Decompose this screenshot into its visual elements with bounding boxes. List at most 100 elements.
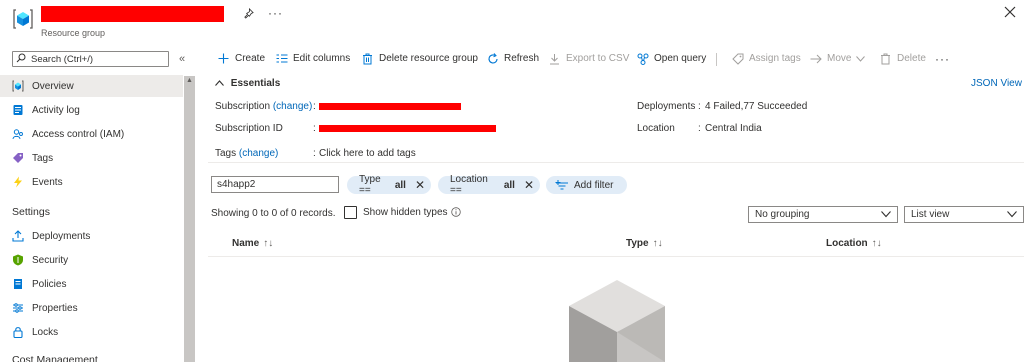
deployments-colon: :	[698, 101, 701, 112]
scroll-up-arrow-icon[interactable]: ▲	[186, 77, 193, 84]
records-count: Showing 0 to 0 of 0 records.	[211, 208, 336, 219]
column-header-location[interactable]: Location ↑↓	[826, 238, 882, 249]
sidebar-item-policies[interactable]: Policies	[0, 273, 183, 295]
shield-icon	[12, 254, 24, 266]
chevron-up-icon	[215, 78, 224, 89]
trash-icon	[361, 52, 374, 65]
subscription-id-redacted	[319, 125, 496, 132]
sidebar-item-activity-log[interactable]: Activity log	[0, 99, 183, 121]
grouping-dropdown[interactable]: No grouping	[748, 206, 898, 223]
sidebar-item-label: Access control (IAM)	[32, 128, 125, 140]
assign-tags-button[interactable]: Assign tags	[731, 52, 801, 65]
deployments-label: Deployments	[637, 101, 696, 112]
lock-icon	[12, 326, 24, 338]
json-view-link[interactable]: JSON View	[971, 78, 1022, 89]
deploy-icon	[12, 230, 24, 242]
essentials-toggle[interactable]: Essentials	[215, 78, 280, 89]
sidebar-item-properties[interactable]: Properties	[0, 297, 183, 319]
location-filter-pill[interactable]: Location == all ✕	[438, 174, 540, 196]
sidebar-item-tags[interactable]: Tags	[0, 147, 183, 169]
plus-icon	[217, 52, 230, 65]
change-tags-link[interactable]: (change)	[239, 148, 278, 159]
resource-group-icon	[12, 80, 24, 92]
sort-icon: ↑↓	[652, 238, 663, 249]
chevron-down-icon	[1007, 211, 1017, 218]
delete-button[interactable]: Delete	[879, 52, 926, 65]
query-icon	[636, 52, 649, 65]
type-filter-pill[interactable]: Type == all ✕	[347, 174, 431, 196]
section-heading-cost-management: Cost Management	[12, 354, 98, 362]
change-subscription-link[interactable]: (change)	[273, 101, 312, 112]
arrow-right-icon	[809, 52, 822, 65]
sidebar-search-input[interactable]: Search (Ctrl+/)	[12, 51, 169, 67]
column-header-name[interactable]: Name ↑↓	[232, 238, 273, 249]
resource-group-icon	[13, 9, 33, 29]
bolt-icon	[12, 176, 24, 188]
sidebar-item-label: Policies	[32, 278, 67, 290]
show-hidden-types-checkbox[interactable]	[344, 206, 357, 219]
download-icon	[548, 52, 561, 65]
add-filter-icon	[555, 179, 569, 191]
deployments-link[interactable]: 4 Failed,77 Succeeded	[705, 101, 807, 112]
pin-icon[interactable]	[243, 7, 254, 22]
create-button[interactable]: Create	[217, 52, 265, 65]
sidebar-item-overview[interactable]: Overview	[0, 75, 183, 97]
section-heading-settings: Settings	[12, 206, 50, 218]
sidebar-item-iam[interactable]: Access control (IAM)	[0, 123, 183, 145]
sidebar-item-locks[interactable]: Locks	[0, 321, 183, 343]
search-placeholder: Search (Ctrl+/)	[31, 54, 94, 65]
close-icon[interactable]	[1004, 5, 1016, 23]
essentials-divider	[208, 162, 1024, 163]
subscription-colon: :	[313, 101, 316, 112]
subscription-value-redacted[interactable]	[319, 103, 461, 110]
more-options-icon[interactable]: ···	[268, 6, 283, 20]
export-csv-button[interactable]: Export to CSV	[548, 52, 629, 65]
chevron-down-icon	[856, 55, 866, 62]
move-button[interactable]: Move	[809, 52, 866, 65]
tags-label: Tags (change)	[215, 148, 279, 159]
properties-icon	[12, 302, 24, 314]
column-header-type[interactable]: Type ↑↓	[626, 238, 663, 249]
sidebar-item-deployments[interactable]: Deployments	[0, 225, 183, 247]
subscription-id-label: Subscription ID	[215, 123, 283, 134]
filter-by-name-input[interactable]: s4happ2	[211, 176, 339, 193]
trash-icon	[879, 52, 892, 65]
tags-colon: :	[313, 148, 316, 159]
location-colon: :	[698, 123, 701, 134]
edit-columns-button[interactable]: Edit columns	[275, 52, 350, 65]
resource-group-name-redacted	[41, 6, 224, 22]
collapse-sidebar-icon[interactable]: «	[179, 53, 185, 65]
remove-type-filter-icon[interactable]: ✕	[415, 178, 425, 192]
location-label: Location	[637, 123, 675, 134]
sidebar-item-label: Security	[32, 254, 69, 266]
add-filter-button[interactable]: Add filter	[546, 176, 627, 194]
location-value: Central India	[705, 123, 762, 134]
sort-icon: ↑↓	[871, 238, 882, 249]
toolbar-more-icon[interactable]: ···	[935, 52, 950, 66]
empty-state-cube-icon	[569, 280, 665, 362]
sidebar-item-label: Activity log	[32, 104, 80, 116]
sidebar-item-label: Events	[32, 176, 63, 188]
columns-icon	[275, 52, 288, 65]
policy-icon	[12, 278, 24, 290]
tag-icon	[12, 152, 24, 164]
delete-resource-group-button[interactable]: Delete resource group	[361, 52, 478, 65]
open-query-button[interactable]: Open query	[636, 52, 706, 65]
sidebar-item-label: Overview	[32, 80, 74, 92]
toolbar-divider	[716, 53, 717, 66]
table-header-divider	[208, 256, 1024, 257]
sidebar-item-label: Deployments	[32, 230, 91, 242]
refresh-button[interactable]: Refresh	[486, 52, 539, 65]
show-hidden-types-label[interactable]: Show hidden types	[363, 207, 448, 218]
sidebar-item-security[interactable]: Security	[0, 249, 183, 271]
remove-location-filter-icon[interactable]: ✕	[524, 178, 534, 192]
activity-log-icon	[12, 104, 24, 116]
view-dropdown[interactable]: List view	[904, 206, 1024, 223]
info-icon[interactable]	[451, 207, 461, 217]
sidebar-item-label: Tags	[32, 152, 54, 164]
add-tags-link[interactable]: Click here to add tags	[319, 148, 416, 159]
search-icon	[16, 53, 26, 63]
refresh-icon	[486, 52, 499, 65]
sidebar-item-events[interactable]: Events	[0, 171, 183, 193]
sidebar-scrollbar[interactable]	[184, 76, 195, 362]
